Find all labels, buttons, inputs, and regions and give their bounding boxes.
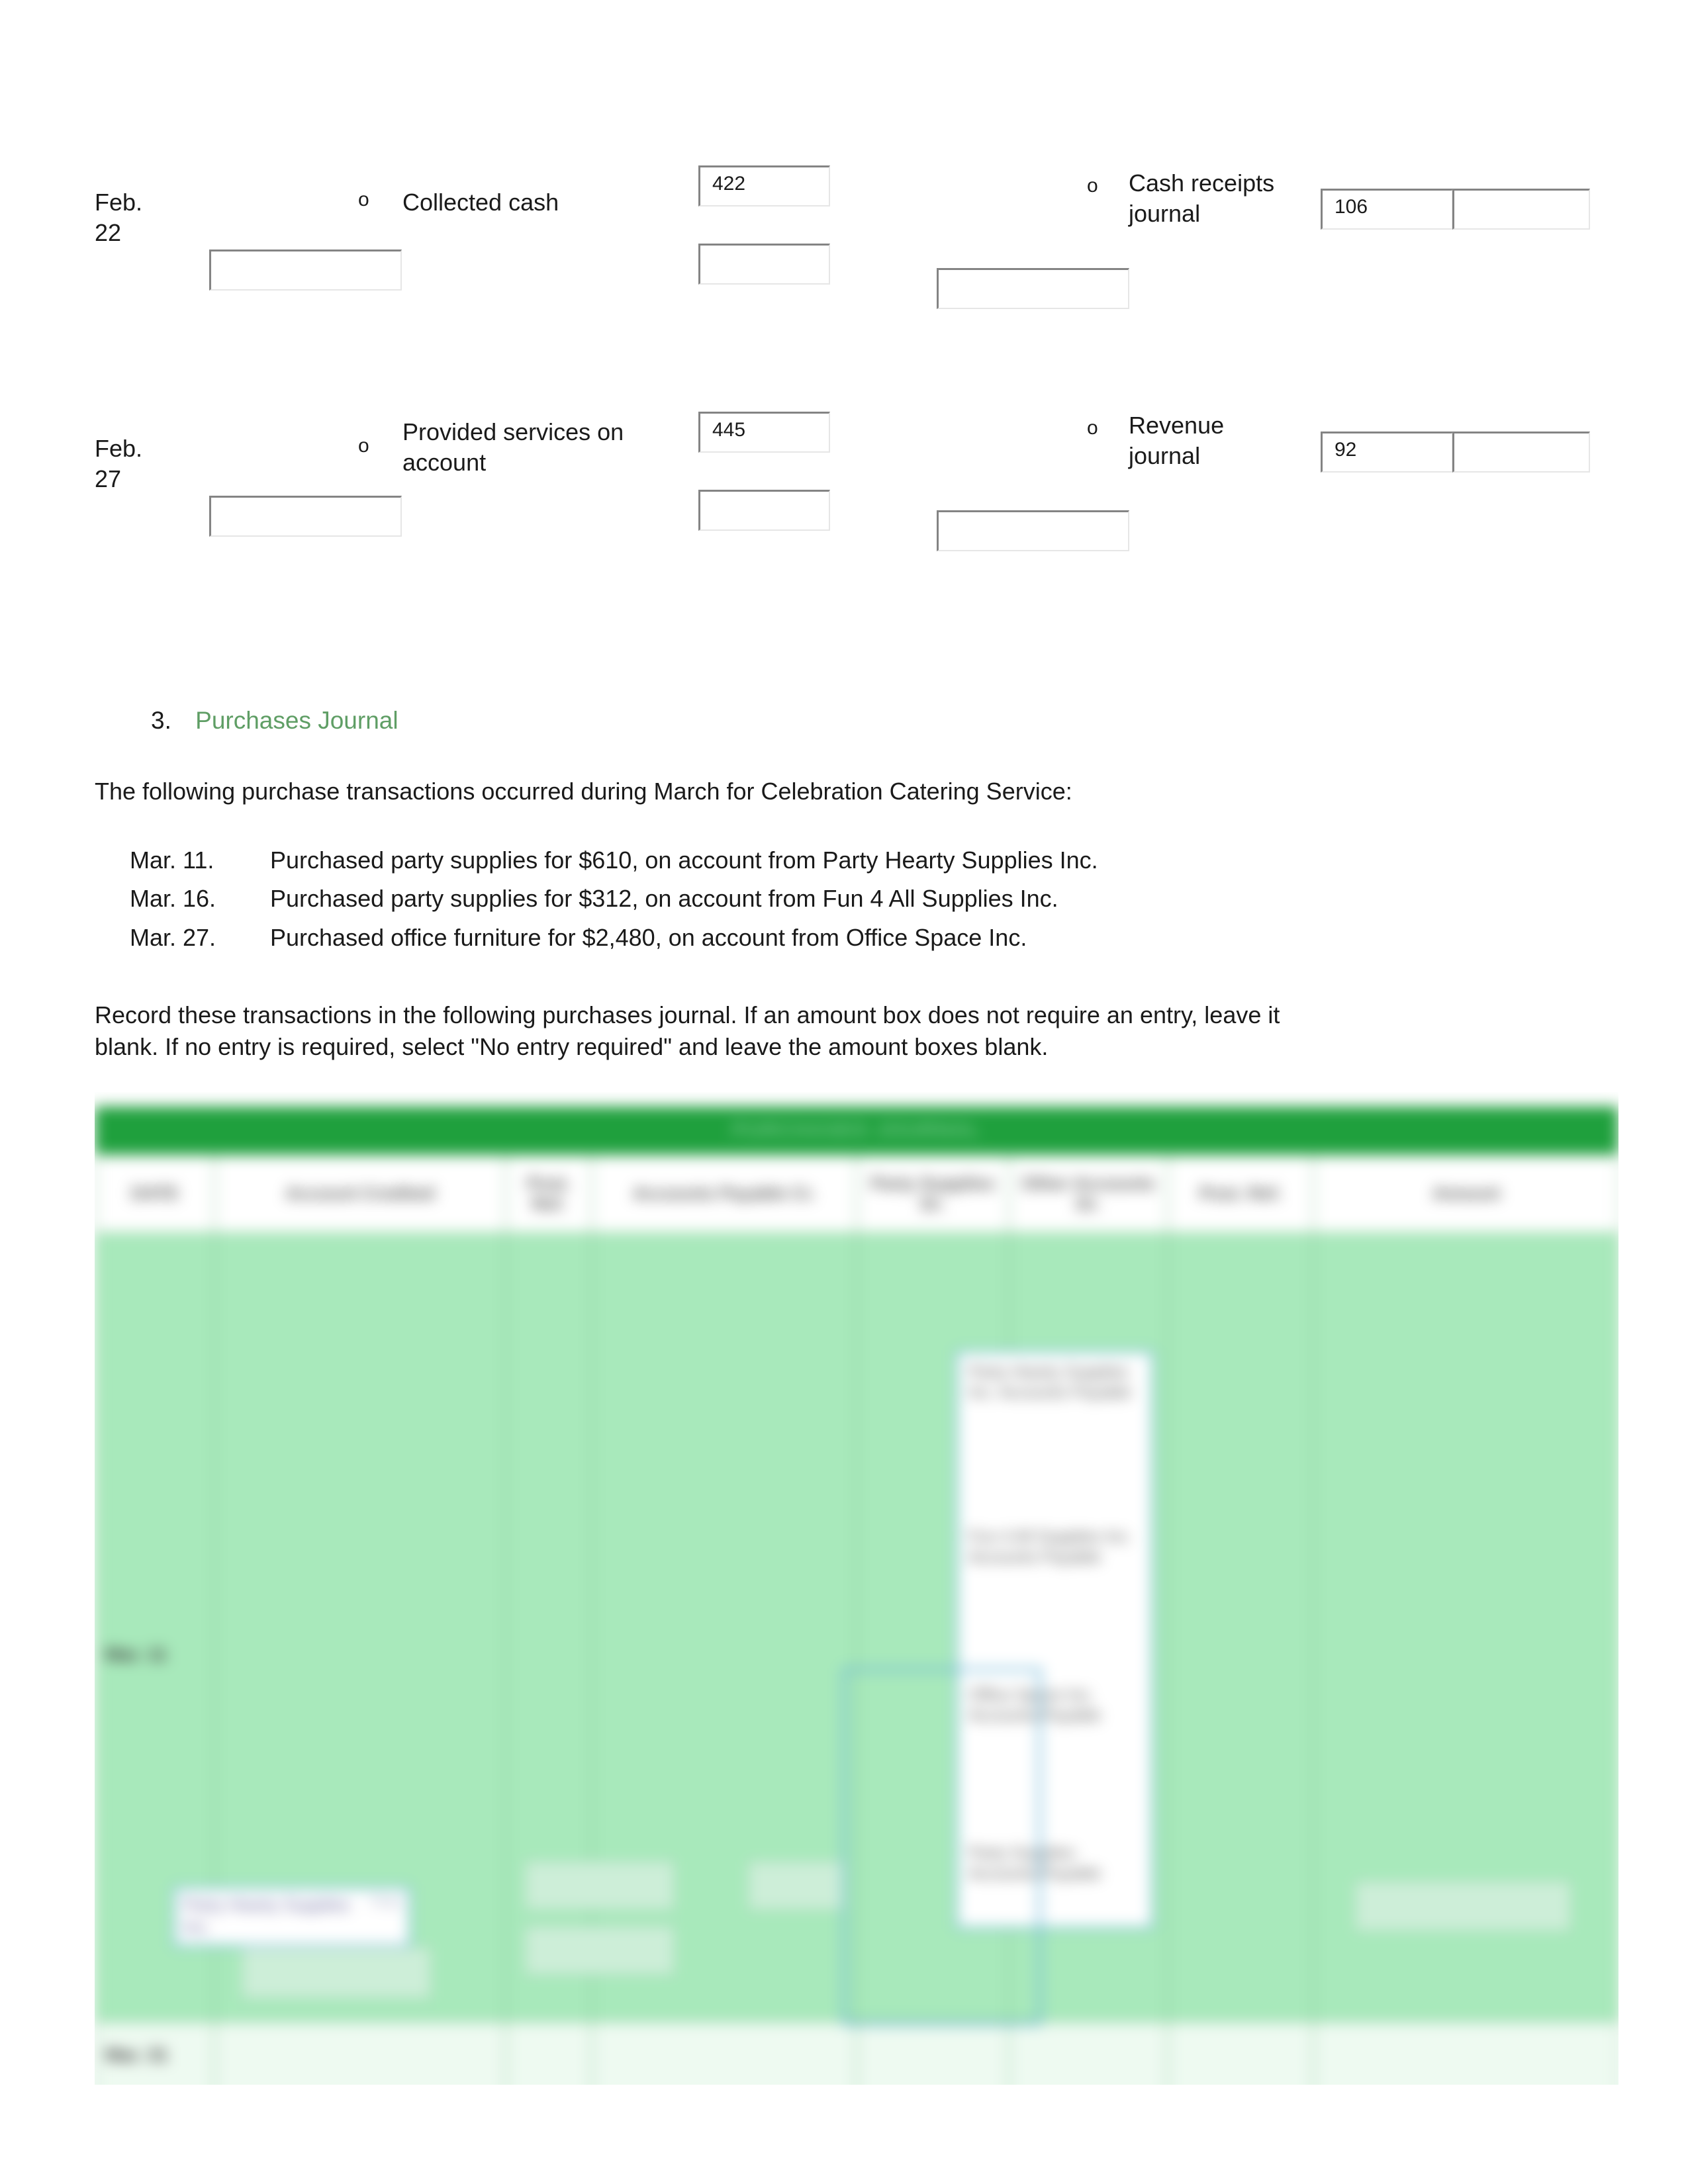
journal-label: Revenue journal <box>1129 412 1225 470</box>
question-intro: The following purchase transactions occu… <box>95 778 1072 805</box>
cell-totals-post-ref-2 <box>1167 2020 1314 2085</box>
list-item: Mar. 27. Purchased office furniture for … <box>130 919 1098 957</box>
accounts-payable-input-2[interactable] <box>524 1925 676 1976</box>
cell-post-ref-2[interactable] <box>1167 1232 1314 2022</box>
post-ref-input-2[interactable] <box>1452 432 1590 473</box>
journal-answer-input[interactable] <box>937 510 1129 551</box>
journal-label: Cash receipts journal <box>1129 169 1275 228</box>
list-item-description: Purchased office furniture for $2,480, o… <box>270 923 1027 951</box>
date-answer-input[interactable] <box>209 496 402 537</box>
cell-totals-ap[interactable] <box>591 2020 857 2085</box>
instructions-line-2: blank. If no entry is required, select "… <box>95 1033 1049 1060</box>
bullet-o-icon: o <box>358 189 369 210</box>
journal-answer-input[interactable] <box>937 268 1129 309</box>
other-accounts-focus-ring <box>843 1668 1041 2025</box>
col-accounts-payable-cr: Accounts Payable Cr. <box>591 1154 857 1234</box>
list-item-date: Mar. 11. <box>130 846 214 874</box>
transaction-description: Collected cash <box>402 189 559 216</box>
transaction-description: Provided services on account <box>402 418 624 477</box>
amount-input-1[interactable]: 445 <box>698 412 830 453</box>
transaction-list: Mar. 11. Purchased party supplies for $6… <box>130 841 1098 957</box>
transaction-date-label: Feb. 22 <box>95 189 143 247</box>
autocomplete-hint: Party <box>371 1895 402 1909</box>
exercise-block: Feb. 22 o Collected cash 422 o Cash rece… <box>0 0 1688 551</box>
list-item-date: Mar. 27. <box>130 923 216 951</box>
account-credited-second-input[interactable] <box>240 1946 432 2000</box>
amount-input-2[interactable] <box>698 244 830 285</box>
date-answer-input[interactable] <box>209 250 402 291</box>
cell-totals-date: Mar. 31 <box>95 2020 215 2085</box>
accounts-payable-input-1[interactable] <box>524 1860 676 1911</box>
col-post-ref-2: Post. Ref. <box>1167 1154 1314 1234</box>
cell-totals-account <box>214 2020 506 2085</box>
cell-totals-ps[interactable] <box>856 2020 1009 2085</box>
journal-bullet-o-icon: o <box>1087 175 1098 197</box>
col-party-supplies-dr: Party Supplies Dr. <box>856 1154 1009 1234</box>
purchases-journal-blurred-content: PURCHASES JOURNAL DATE Account Credited … <box>95 1092 1618 2085</box>
col-post-ref: Post. Ref. <box>505 1154 592 1234</box>
list-item: Mar. 11. Purchased party supplies for $6… <box>130 841 1098 880</box>
purchases-journal[interactable]: PURCHASES JOURNAL DATE Account Credited … <box>95 1092 1618 2085</box>
exercise-row: Feb. 22 o Collected cash 422 o Cash rece… <box>0 0 1688 309</box>
post-ref-input-2[interactable] <box>1452 189 1590 230</box>
journal-header-row: DATE Account Credited Post. Ref. Account… <box>95 1154 1618 1234</box>
cell-totals-other <box>1008 2020 1168 2085</box>
cell-totals-amount[interactable] <box>1313 2020 1618 2085</box>
list-item-date: Mar. 16. <box>130 885 216 913</box>
instructions-line-1: Record these transactions in the followi… <box>95 1001 1280 1028</box>
post-ref-input-1[interactable]: 106 <box>1321 189 1453 230</box>
col-date: DATE <box>95 1154 215 1234</box>
list-item-description: Purchased party supplies for $312, on ac… <box>270 885 1058 913</box>
table-totals-row: Mar. 31 <box>95 2020 1618 2085</box>
totals-date-value: Mar. 31 <box>105 2044 168 2065</box>
list-item: Mar. 16. Purchased party supplies for $3… <box>130 880 1098 918</box>
journal-bullet-o-icon: o <box>1087 417 1098 439</box>
focused-input-value: Party Hearty Supplies Inc. <box>183 1895 350 1936</box>
amount-input-2[interactable] <box>698 490 830 531</box>
party-supplies-input-1[interactable] <box>747 1860 846 1911</box>
amount-input[interactable] <box>1354 1880 1572 1933</box>
transaction-date-label: Feb. 27 <box>95 435 143 493</box>
journal-title: PURCHASES JOURNAL <box>95 1107 1618 1154</box>
col-other-accounts-dr: Other Accounts Dr. <box>1008 1154 1168 1234</box>
cell-totals-post-ref <box>505 2020 592 2085</box>
post-ref-input-1[interactable]: 92 <box>1321 432 1453 473</box>
dropdown-item[interactable]: Fun 4 All Supplies Inc. Accounts Payable <box>958 1518 1151 1576</box>
question-heading: 3. Purchases Journal <box>151 707 399 735</box>
bullet-o-icon: o <box>358 435 369 457</box>
row-date-value: Mar. 11 <box>105 1644 167 1664</box>
col-account-credited: Account Credited <box>214 1154 506 1234</box>
col-amount: Amount <box>1313 1154 1618 1234</box>
question-title-link[interactable]: Purchases Journal <box>195 707 398 734</box>
amount-input-1[interactable]: 422 <box>698 165 830 206</box>
account-credited-focused-input[interactable]: Party Party Hearty Supplies Inc. <box>173 1886 411 1947</box>
list-item-description: Purchased party supplies for $610, on ac… <box>270 846 1098 874</box>
dropdown-item[interactable]: Party Hearty Supplies Inc. Accounts Paya… <box>958 1353 1151 1412</box>
question-number: 3. <box>151 707 171 734</box>
